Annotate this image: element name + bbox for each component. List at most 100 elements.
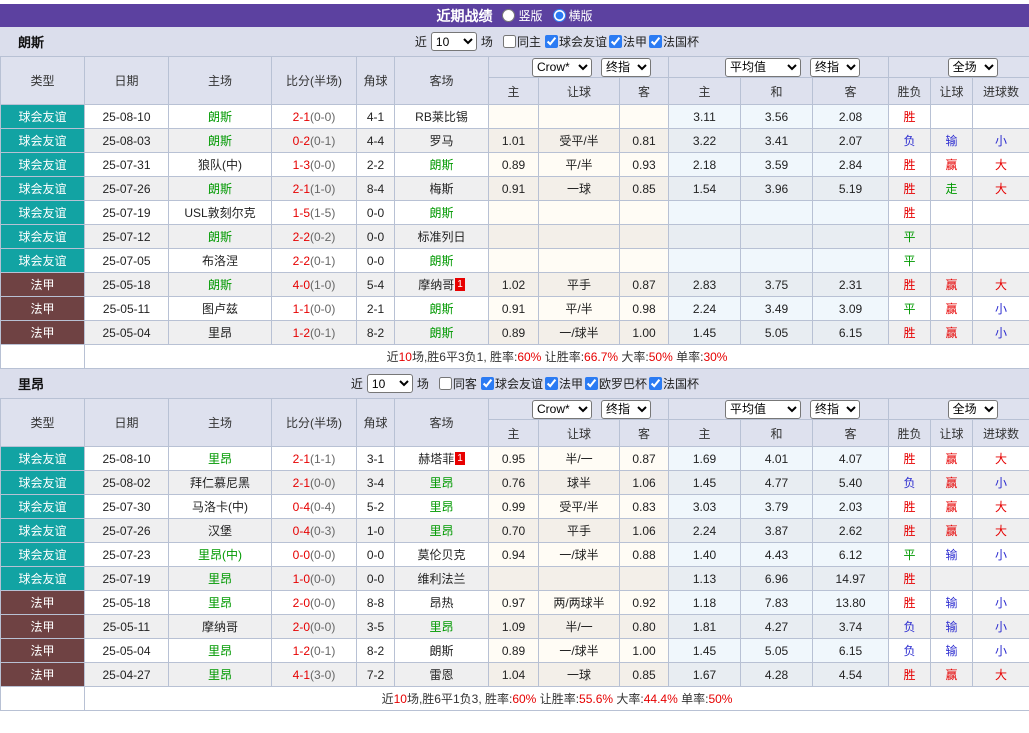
col-header-score: 比分(半场) (271, 56, 357, 105)
bookmaker-select[interactable]: Crow* (532, 399, 593, 419)
away-team: 摩纳哥 1 (418, 278, 465, 292)
fulltime-score: 0-2 (292, 133, 310, 148)
final-odds-select-2[interactable]: 终指 (810, 399, 861, 419)
summary-text: 近10场,胜6平3负1, 胜率:60% 让胜率:66.7% 大率:50% 单率:… (83, 344, 1029, 369)
away-team-cell: RB莱比锡 (394, 104, 489, 129)
match-row: 法甲 25-05-04 里昂 1-2(0-1) 8-2 朗斯 0.89 一/球半… (0, 638, 1029, 663)
crow-handicap: 一/球半 (538, 638, 620, 663)
avg-away-odds: 4.07 (812, 446, 890, 471)
final-odds-select[interactable]: 终指 (601, 57, 652, 77)
final-odds-select[interactable]: 终指 (601, 399, 652, 419)
fulltime-score: 2-0 (292, 619, 310, 634)
crow-away-odds: 0.83 (618, 494, 670, 519)
crow-home-odds: 0.76 (488, 470, 539, 495)
league-label: 法甲 (558, 377, 583, 391)
avg-home-odds: 1.45 (668, 638, 742, 663)
match-result: 胜 (888, 662, 932, 687)
away-team: 标准列日 (417, 230, 466, 244)
league-checkbox[interactable] (544, 35, 558, 48)
same-venue-label: 同客 (452, 377, 477, 391)
horizontal-layout-label: 横版 (568, 9, 593, 23)
away-team-cell: 摩纳哥 1 (394, 272, 489, 297)
match-type: 球会友谊 (0, 518, 85, 543)
league-checkbox[interactable] (480, 377, 494, 390)
avg-draw-odds (740, 224, 814, 249)
halftime-score: (0-1) (310, 643, 336, 658)
league-checkbox[interactable] (608, 35, 622, 48)
same-venue-checkbox[interactable] (502, 35, 516, 48)
crow-away-odds: 0.87 (618, 446, 670, 471)
crow-away-odds (618, 200, 670, 225)
match-date: 25-08-10 (84, 104, 169, 129)
sub-header-avg-away: 客 (812, 419, 890, 447)
layout-vertical-option[interactable]: 竖版 (502, 7, 543, 24)
team-section: 里昂 近 10 场 同客 球会友谊 法甲 欧罗巴杯 法国杯 类型 日期 主场 比… (0, 369, 1029, 711)
recent-count-select[interactable]: 10 (366, 374, 413, 393)
score-cell: 2-1(0-0) (271, 470, 357, 495)
scope-select[interactable]: 全场 (947, 399, 998, 419)
halftime-score: (1-0) (310, 181, 336, 196)
avg-draw-odds: 6.96 (740, 566, 814, 591)
corners: 3-4 (356, 470, 395, 495)
home-team: 朗斯 (207, 230, 232, 244)
same-venue-option[interactable]: 同主 (502, 33, 541, 50)
avg-draw-odds (740, 248, 814, 273)
fulltime-score: 1-2 (292, 643, 310, 658)
avg-home-odds: 1.45 (668, 320, 742, 345)
home-team-cell: 里昂 (168, 446, 272, 471)
scope-select[interactable]: 全场 (947, 57, 998, 77)
avg-away-odds: 2.31 (812, 272, 890, 297)
league-filter-option[interactable]: 法甲 (608, 33, 647, 50)
recent-count-select[interactable]: 10 (430, 32, 477, 51)
corners: 8-8 (356, 590, 395, 615)
home-team-cell: USL敦刻尔克 (168, 200, 272, 225)
away-team-cell: 里昂 (394, 518, 489, 543)
league-filter-option[interactable]: 球会友谊 (544, 33, 607, 50)
league-filter-option[interactable]: 球会友谊 (480, 375, 543, 392)
same-venue-checkbox[interactable] (438, 377, 452, 390)
away-team-cell: 标准列日 (394, 224, 489, 249)
layout-horizontal-option[interactable]: 横版 (552, 7, 593, 24)
sub-header-avg-home: 主 (668, 77, 742, 105)
league-filter-option[interactable]: 法国杯 (648, 375, 699, 392)
league-checkbox[interactable] (648, 377, 662, 390)
league-label: 球会友谊 (494, 377, 543, 391)
league-checkbox[interactable] (584, 377, 598, 390)
summary-row: 近10场,胜6平1负3, 胜率:60% 让胜率:55.6% 大率:44.4% 单… (0, 686, 1029, 711)
crow-away-odds: 0.92 (618, 590, 670, 615)
avg-home-odds (668, 200, 742, 225)
vertical-layout-radio[interactable] (502, 9, 516, 22)
crow-handicap: 一球 (538, 176, 620, 201)
corners: 1-0 (356, 518, 395, 543)
league-filter-option[interactable]: 欧罗巴杯 (584, 375, 647, 392)
home-team-cell: 里昂 (168, 638, 272, 663)
match-date: 25-05-18 (84, 590, 169, 615)
fulltime-score: 0-0 (292, 547, 310, 562)
match-row: 球会友谊 25-07-23 里昂(中) 0-0(0-0) 0-0 莫伦贝克 0.… (0, 542, 1029, 567)
crow-handicap: 球半 (538, 470, 620, 495)
home-team-cell: 汉堡 (168, 518, 272, 543)
same-venue-option[interactable]: 同客 (438, 375, 477, 392)
goals-result (972, 566, 1029, 591)
sub-header-crow-handicap: 让球 (538, 77, 620, 105)
league-checkbox[interactable] (648, 35, 662, 48)
match-result: 胜 (888, 272, 932, 297)
corners: 2-1 (356, 296, 395, 321)
crow-handicap: 两/两球半 (538, 590, 620, 615)
bookmaker-select[interactable]: Crow* (532, 57, 593, 77)
col-header-corner: 角球 (356, 398, 395, 447)
sub-header-handicap-result: 让球 (930, 419, 974, 447)
goals-result: 大 (972, 518, 1029, 543)
halftime-score: (1-1) (310, 451, 336, 466)
average-select[interactable]: 平均值 (725, 57, 802, 77)
horizontal-layout-radio[interactable] (552, 9, 566, 22)
match-row: 球会友谊 25-07-19 里昂 1-0(0-0) 0-0 维利法兰 1.13 … (0, 566, 1029, 591)
avg-draw-odds: 3.96 (740, 176, 814, 201)
league-filter-option[interactable]: 法国杯 (648, 33, 699, 50)
fulltime-score: 2-0 (292, 595, 310, 610)
league-filter-option[interactable]: 法甲 (544, 375, 583, 392)
avg-draw-odds (740, 200, 814, 225)
league-checkbox[interactable] (544, 377, 558, 390)
final-odds-select-2[interactable]: 终指 (810, 57, 861, 77)
average-select[interactable]: 平均值 (725, 399, 802, 419)
